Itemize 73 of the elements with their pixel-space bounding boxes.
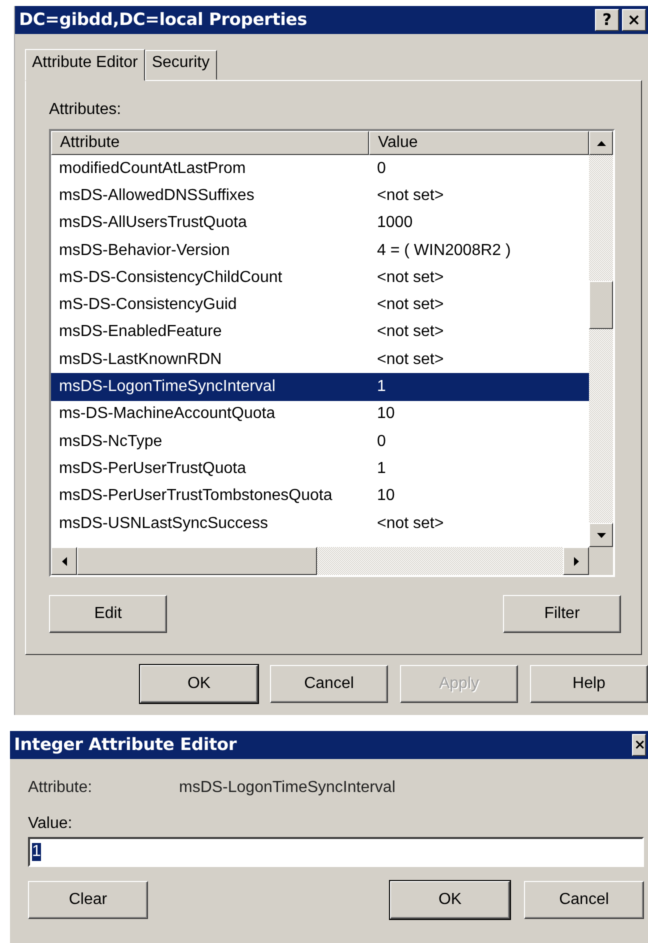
table-row[interactable]: mS-DS-ConsistencyChildCount <not set> [51, 264, 589, 292]
table-cell-text: mS-DS-ConsistencyGuid [58, 296, 238, 314]
table-cell-text: msDS-NcType [58, 432, 164, 451]
tab[interactable]: Attribute Editor [25, 49, 145, 81]
scroll-left-icon[interactable] [51, 547, 77, 575]
table-cell-text: msDS-LogonTimeSyncInterval [58, 378, 276, 396]
table-cell-text: 1 [376, 460, 387, 478]
table-row[interactable]: msDS-AllUsersTrustQuota 1000 [51, 210, 589, 237]
dialog-button[interactable]: Cancel [524, 881, 644, 919]
table-cell-text: modifiedCountAtLastProm [58, 160, 247, 178]
dialog-button[interactable]: OK [390, 881, 510, 919]
table-row[interactable]: ms-DS-MachineAccountQuota 10 [51, 400, 589, 428]
scroll-up-icon[interactable] [589, 131, 613, 155]
horizontal-scrollbar[interactable] [51, 547, 589, 575]
table-cell-text: <not set> [376, 350, 445, 369]
table-cell-text: msDS-AllUsersTrustQuota [58, 214, 248, 232]
scroll-right-icon[interactable] [563, 547, 589, 575]
window-title: DC=gibdd,DC=local Properties [19, 10, 308, 30]
table-cell-text: 10 [376, 487, 396, 506]
table-row[interactable]: msDS-EnabledFeature <not set> [51, 318, 589, 346]
filter-button[interactable]: Filter [503, 595, 621, 633]
table-row[interactable]: mS-DS-ConsistencyGuid <not set> [51, 291, 589, 319]
attribute-label: Attribute: [28, 779, 94, 798]
scroll-thumb[interactable] [589, 281, 613, 329]
table-cell-text: <not set> [376, 186, 445, 205]
scroll-down-icon[interactable] [589, 523, 613, 547]
close-button[interactable]: × [622, 9, 646, 31]
table-cell-text: <not set> [376, 323, 445, 342]
table-cell-text: msDS-PerUserTrustQuota [58, 460, 247, 478]
table-cell-text: 10 [376, 405, 396, 424]
tab[interactable]: Security [144, 50, 217, 80]
table-row[interactable]: msDS-AllowedDNSSuffixes <not set> [51, 182, 589, 210]
table-cell-text: mS-DS-ConsistencyChildCount [58, 268, 284, 287]
table-row[interactable]: msDS-Behavior-Version 4 = ( WIN2008R2 ) [51, 236, 589, 264]
input-field[interactable]: 1 [28, 837, 644, 867]
table-row[interactable]: msDS-LastKnownRDN <not set> [51, 346, 589, 374]
table-cell-text: <not set> [376, 296, 445, 314]
table-cell-text: 1000 [376, 214, 414, 232]
value-label: Value: [28, 814, 74, 834]
table-cell-text: 0 [376, 160, 387, 178]
attributes-label: Attributes: [49, 101, 122, 120]
close-button[interactable]: × [632, 734, 646, 756]
selected-row[interactable]: msDS-LogonTimeSyncInterval 1 [51, 373, 589, 401]
table-cell-text: msDS-PerUserTrustTombstonesQuota [58, 487, 334, 506]
dialog-button[interactable]: Cancel [270, 665, 388, 703]
table-row[interactable]: modifiedCountAtLastProm 0 [51, 155, 589, 182]
table-row[interactable]: msDS-NcType 0 [51, 428, 589, 456]
table-cell-text: <not set> [376, 514, 445, 532]
clear-button[interactable]: Clear [28, 881, 148, 919]
table-cell-text: msDS-EnabledFeature [58, 323, 223, 342]
table-cell-text: msDS-LastKnownRDN [58, 350, 223, 369]
column-header[interactable]: Attribute [51, 131, 369, 155]
table-cell-text: msDS-AllowedDNSSuffixes [58, 186, 256, 205]
table-cell-text: msDS-USNLastSyncSuccess [58, 514, 269, 532]
table-cell-text: msDS-Behavior-Version [58, 242, 231, 260]
table-cell-text: <not set> [376, 268, 445, 287]
table-row[interactable]: msDS-USNLastSyncSuccess <not set> [51, 510, 589, 538]
window-title: Integer Attribute Editor [14, 735, 237, 755]
column-header[interactable]: Value [369, 131, 589, 155]
attribute-name: msDS-LogonTimeSyncInterval [179, 779, 396, 798]
table-cell-text: ms-DS-MachineAccountQuota [58, 405, 276, 424]
dialog-button[interactable]: Help [530, 665, 648, 703]
scroll-thumb[interactable] [77, 547, 317, 575]
table-cell-text: 4 = ( WIN2008R2 ) [376, 242, 512, 260]
table-row[interactable]: msDS-PerUserTrustTombstonesQuota 10 [51, 482, 589, 510]
vertical-scrollbar[interactable] [589, 131, 613, 547]
dialog-button[interactable]: OK [140, 665, 258, 703]
edit-button[interactable]: Edit [49, 595, 167, 633]
table-row[interactable]: msDS-PerUserTrustQuota 1 [51, 455, 589, 483]
help-button[interactable]: ? [595, 9, 619, 31]
table-cell-text: 0 [376, 432, 387, 451]
scrollbar-corner [589, 547, 613, 575]
table-cell-text: 1 [376, 378, 387, 396]
